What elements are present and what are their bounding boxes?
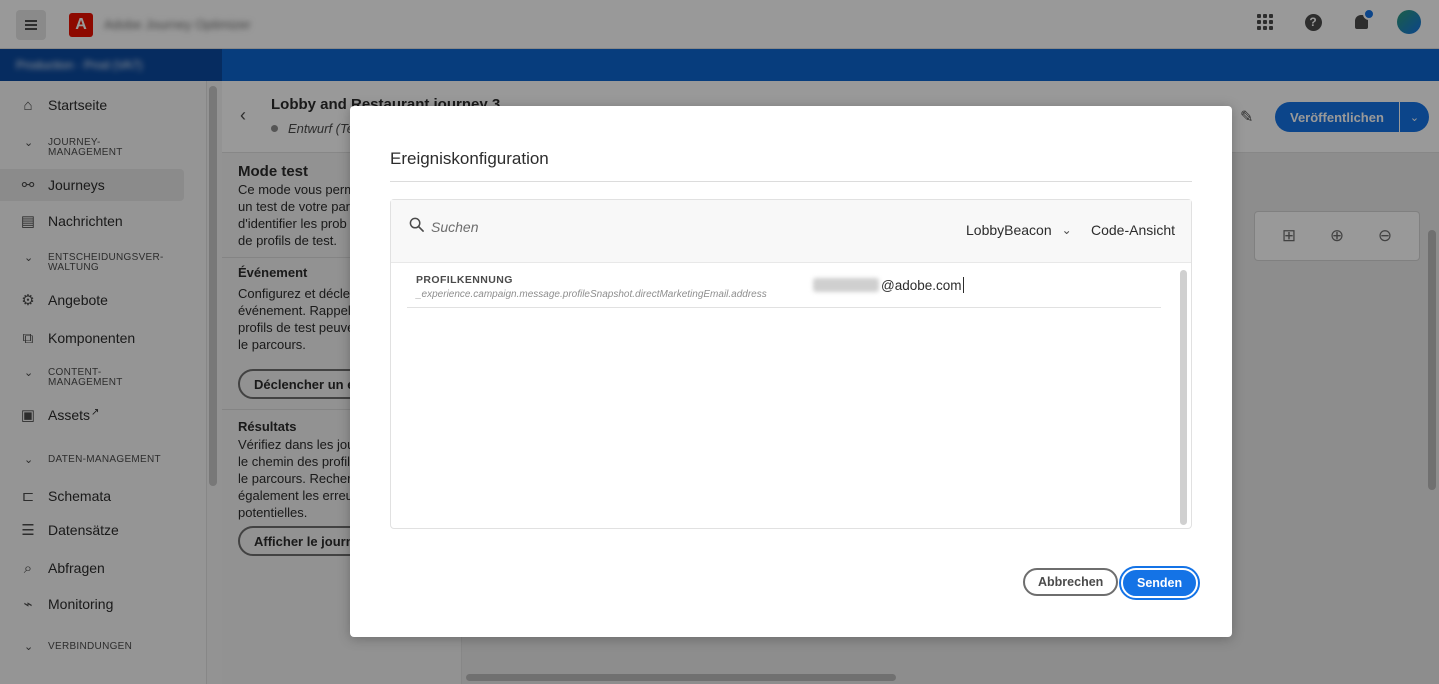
- search-input[interactable]: [431, 219, 731, 235]
- code-view-toggle[interactable]: Code-Ansicht: [1091, 222, 1175, 238]
- event-fields-panel: LobbyBeacon ⌄ Code-Ansicht PROFILKENNUNG…: [390, 199, 1192, 529]
- field-value-suffix: @adobe.com: [881, 277, 962, 293]
- dialog-divider: [390, 181, 1192, 182]
- fields-toolbar: LobbyBeacon ⌄ Code-Ansicht: [391, 200, 1191, 263]
- field-path: _experience.campaign.message.profileSnap…: [416, 289, 767, 300]
- cancel-button[interactable]: Abbrechen: [1023, 568, 1119, 596]
- event-configuration-dialog: Ereigniskonfiguration LobbyBeacon ⌄ Code…: [350, 106, 1232, 637]
- event-select-value: LobbyBeacon: [966, 222, 1052, 238]
- dialog-title: Ereigniskonfiguration: [390, 149, 549, 168]
- text-caret: [962, 277, 964, 293]
- redacted-email-prefix: [813, 278, 879, 292]
- profile-identifier-field: PROFILKENNUNG _experience.campaign.messa…: [407, 263, 1161, 308]
- send-button[interactable]: Senden: [1118, 566, 1201, 600]
- event-select[interactable]: LobbyBeacon ⌄: [966, 222, 1072, 238]
- fields-scrollbar[interactable]: [1180, 270, 1187, 525]
- field-label: PROFILKENNUNG: [416, 274, 513, 286]
- profile-identifier-input[interactable]: @adobe.com: [813, 277, 964, 293]
- search-icon: [409, 217, 424, 232]
- chevron-down-icon: ⌄: [1061, 223, 1072, 237]
